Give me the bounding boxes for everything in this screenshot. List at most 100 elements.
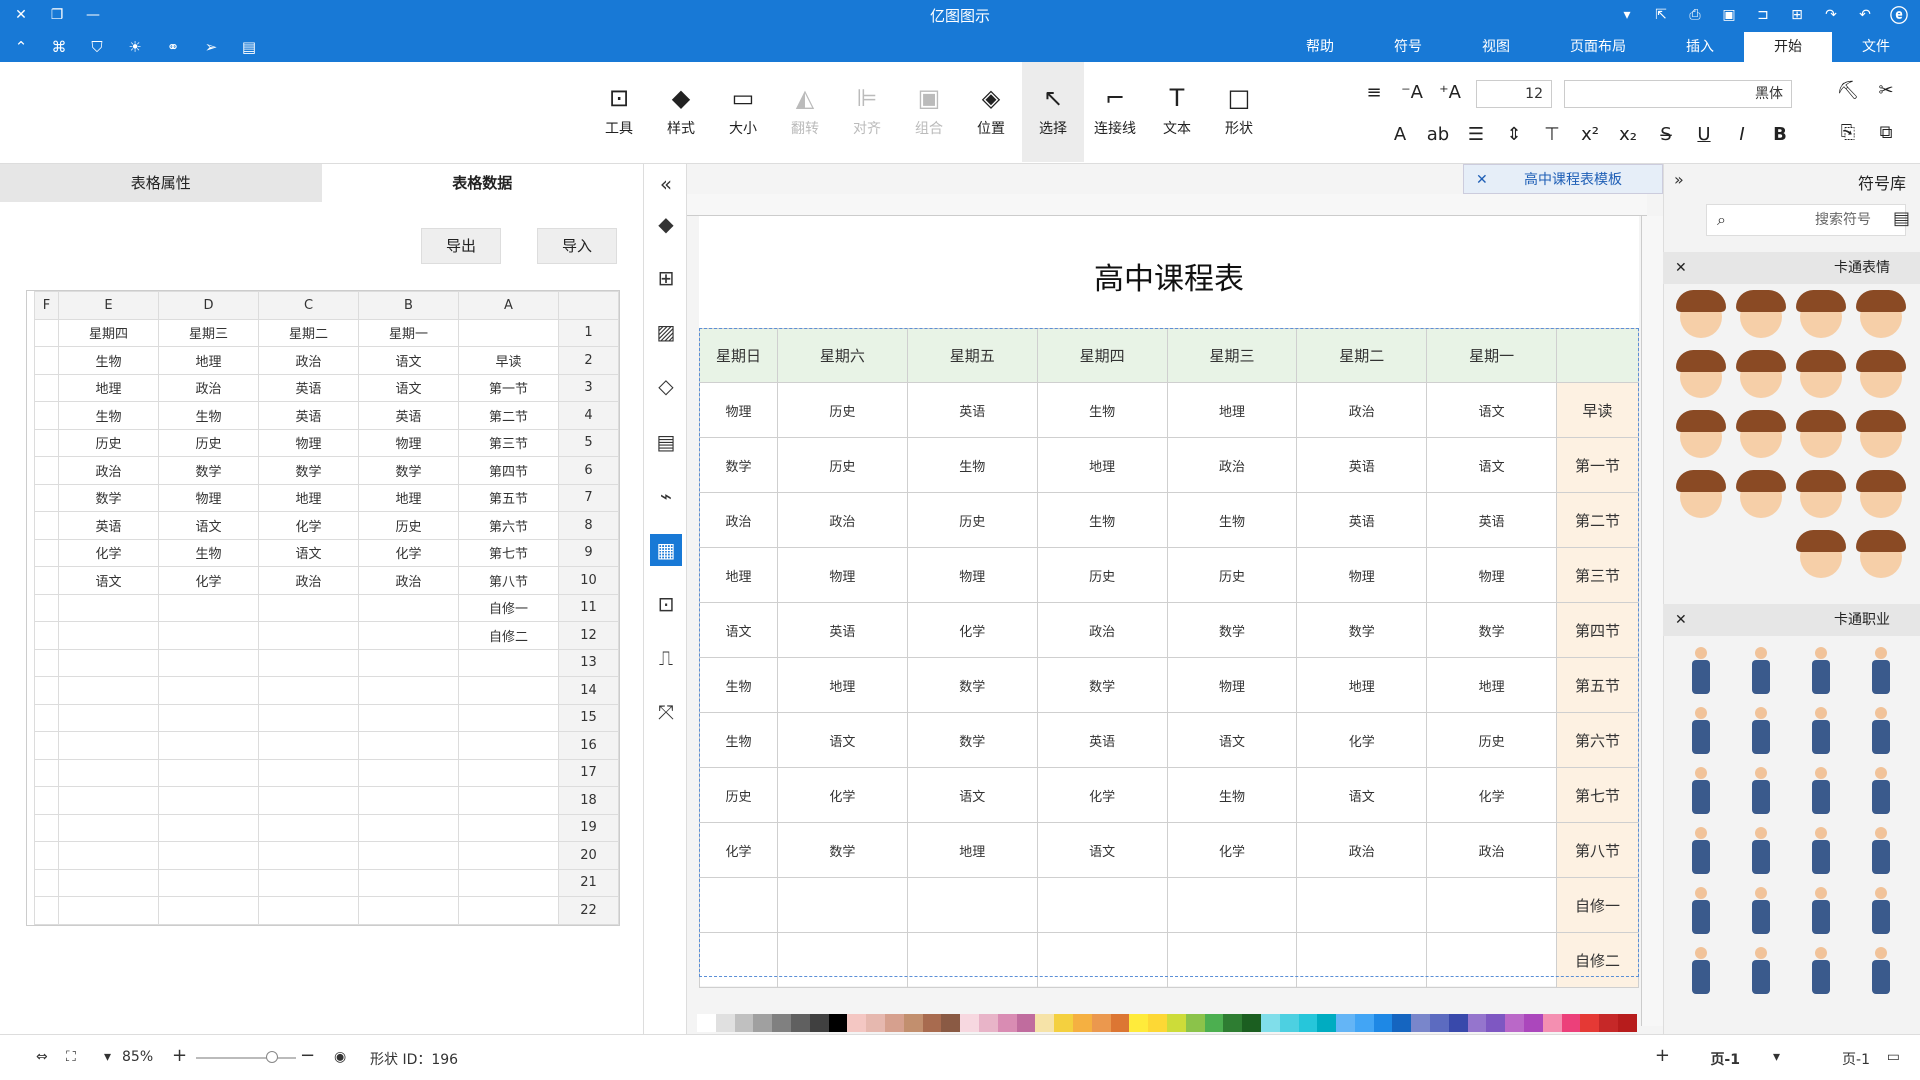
strikethrough-icon[interactable]: S̶ [1654,124,1678,145]
theme-icon[interactable]: ☀ [124,36,146,58]
profession-symbol[interactable] [1732,882,1790,940]
emoji-symbol[interactable] [1852,288,1910,346]
library-header-emoji[interactable]: 卡通表情 ✕ [1663,252,1920,284]
grid-cell[interactable] [358,621,459,650]
schedule-cell[interactable]: 化学 [776,767,908,823]
superscript-icon[interactable]: x² [1578,124,1602,145]
grid-cell[interactable] [34,456,59,485]
palette-swatch[interactable] [1618,1014,1637,1032]
tab-view[interactable]: 视图 [1452,32,1540,62]
copy-icon[interactable]: ⧉ [1874,122,1898,143]
palette-swatch[interactable] [1148,1014,1167,1032]
print-icon[interactable]: ⎙ [1684,4,1706,26]
grid-cell[interactable]: 生物 [158,401,259,430]
redo-icon[interactable]: ↷ [1820,4,1842,26]
grid-cell[interactable] [258,593,359,622]
grid-cell[interactable] [458,786,559,815]
grid-cell[interactable] [58,593,159,622]
grid-column-header[interactable]: C [258,291,359,320]
profession-symbol[interactable] [1852,642,1910,700]
grid-cell[interactable] [158,786,259,815]
schedule-period-cell[interactable]: 第三节 [1556,547,1639,603]
grid-cell[interactable] [158,868,259,897]
grid-column-header[interactable]: F [34,291,59,320]
emoji-symbol[interactable] [1852,468,1910,526]
grid-cell[interactable] [34,841,59,870]
schedule-day-header[interactable]: 星期三 [1166,328,1298,383]
palette-swatch[interactable] [1260,1014,1280,1032]
profession-symbol[interactable] [1672,942,1730,1000]
palette-swatch[interactable] [1392,1014,1412,1032]
grid-icon[interactable]: ⊞ [650,262,682,294]
schedule-cell[interactable]: 化学 [1296,712,1428,768]
grid-cell[interactable] [358,868,459,897]
font-color-icon[interactable]: A [1388,124,1412,145]
grid-row-number[interactable]: 19 [558,813,619,842]
schedule-cell[interactable]: 物理 [1166,657,1298,713]
undo-icon[interactable]: ↶ [1854,4,1876,26]
cut-icon[interactable]: ✂ [1874,80,1898,101]
grid-cell[interactable]: 语文 [158,511,259,540]
grid-column-header[interactable]: E [58,291,159,320]
schedule-cell[interactable]: 语文 [699,602,778,658]
palette-swatch[interactable] [1242,1014,1261,1032]
schedule-cell[interactable]: 地理 [1426,657,1558,713]
palette-swatch[interactable] [715,1014,735,1032]
palette-swatch[interactable] [1035,1014,1055,1032]
grid-cell[interactable] [58,648,159,677]
profession-symbol[interactable] [1852,882,1910,940]
palette-swatch[interactable] [1129,1014,1149,1032]
schedule-cell[interactable] [1036,932,1168,988]
grid-cell[interactable]: 数学 [158,456,259,485]
palette-swatch[interactable] [1505,1014,1525,1032]
schedule-cell[interactable]: 地理 [776,657,908,713]
profession-symbol[interactable] [1792,942,1850,1000]
grid-cell[interactable] [358,676,459,705]
close-icon[interactable]: ✕ [10,4,32,26]
import-button[interactable]: 导入 [537,228,617,264]
grid-cell[interactable] [34,538,59,567]
grid-cell[interactable] [458,318,559,347]
page-tab[interactable]: 页-1 [1710,1049,1740,1069]
schedule-cell[interactable]: 数学 [699,437,778,493]
schedule-cell[interactable]: 化学 [1426,767,1558,823]
mindmap-icon[interactable]: ⊡ [650,588,682,620]
tab-layout[interactable]: 页面布局 [1540,32,1656,62]
grid-cell[interactable] [358,758,459,787]
grid-cell[interactable]: 物理 [158,483,259,512]
schedule-day-header[interactable]: 星期一 [1426,328,1558,383]
symbol-search-input[interactable]: 搜索符号 [1706,204,1906,236]
schedule-cell[interactable]: 物理 [1426,547,1558,603]
grid-cell[interactable] [58,758,159,787]
schedule-cell[interactable] [776,932,908,988]
tab-help[interactable]: 帮助 [1276,32,1364,62]
grid-cell[interactable]: 第八节 [458,566,559,595]
grid-cell[interactable]: 物理 [358,428,459,457]
palette-swatch[interactable] [941,1014,961,1032]
grid-cell[interactable] [458,841,559,870]
schedule-cell[interactable]: 语文 [1166,712,1298,768]
grid-cell[interactable] [58,703,159,732]
grid-cell[interactable]: 语文 [358,373,459,402]
grid-row-number[interactable]: 7 [558,483,619,512]
grid-row-number[interactable]: 12 [558,621,619,650]
grid-cell[interactable] [34,346,59,375]
grid-cell[interactable]: 早读 [458,346,559,375]
emoji-symbol[interactable] [1672,348,1730,406]
grid-cell[interactable]: 星期三 [158,318,259,347]
schedule-cell[interactable]: 地理 [699,547,778,603]
grid-cell[interactable]: 第七节 [458,538,559,567]
schedule-cell[interactable]: 物理 [699,382,778,438]
library-manage-icon[interactable]: ▤ [1893,208,1910,229]
grid-cell[interactable] [34,621,59,650]
font-shrink-icon[interactable]: A⁻ [1400,82,1424,103]
emoji-symbol[interactable] [1792,348,1850,406]
palette-swatch[interactable] [1072,1014,1092,1032]
schedule-cell[interactable]: 历史 [699,767,778,823]
grid-cell[interactable] [458,868,559,897]
align-icon[interactable]: ≡ [1362,82,1386,103]
grid-cell[interactable]: 化学 [58,538,159,567]
tools-button[interactable]: ⊡ 工具 [588,62,650,162]
schedule-table[interactable]: 星期一 星期二 星期三 星期四 星期五 星期六 星期日 早读 语文 政治 地理 生物 英语 历史 物理 第一节… [699,328,1639,988]
schedule-cell[interactable]: 生物 [1166,492,1298,548]
